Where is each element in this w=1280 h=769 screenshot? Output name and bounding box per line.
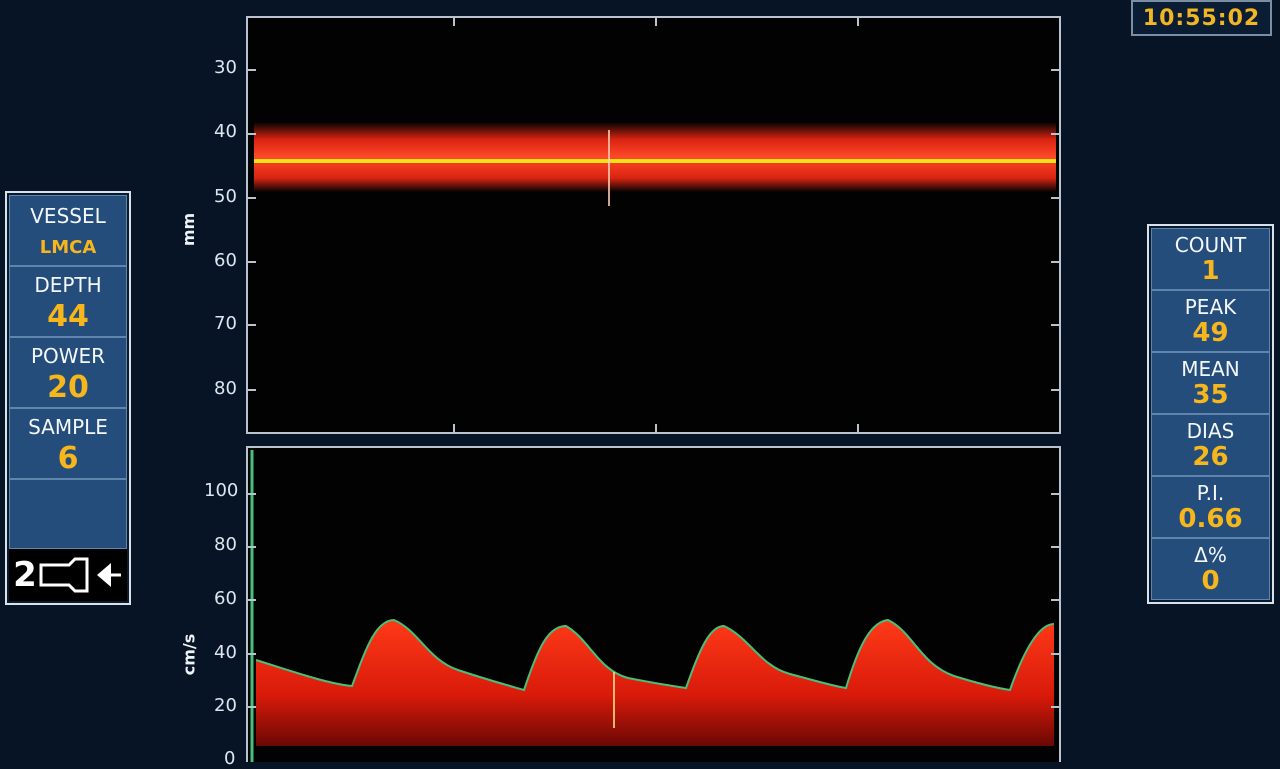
delta-label: Δ% — [1194, 543, 1227, 567]
delta-cell[interactable]: Δ% 0 — [1151, 538, 1270, 600]
spectrum-unit-label: cm/s — [179, 633, 199, 676]
spectrum-tick: 40 — [214, 642, 237, 663]
count-cell[interactable]: COUNT 1 — [1151, 228, 1270, 290]
pi-value: 0.66 — [1178, 504, 1243, 534]
peak-value: 49 — [1192, 318, 1229, 348]
count-value: 1 — [1201, 256, 1220, 286]
spectrum-tick: 80 — [214, 534, 237, 555]
mean-cell[interactable]: MEAN 35 — [1151, 352, 1270, 414]
dias-value: 26 — [1192, 442, 1229, 472]
mean-value: 35 — [1192, 380, 1229, 410]
mean-label: MEAN — [1181, 357, 1240, 381]
depth-cell[interactable]: DEPTH 44 — [9, 266, 127, 337]
pi-cell[interactable]: P.I. 0.66 — [1151, 476, 1270, 538]
sample-label: SAMPLE — [28, 415, 108, 439]
empty-cell — [9, 479, 127, 549]
vessel-label: VESSEL — [30, 204, 106, 228]
sample-cell[interactable]: SAMPLE 6 — [9, 408, 127, 479]
right-measurement-panel: COUNT 1 PEAK 49 MEAN 35 DIAS 26 P.I. 0.6… — [1147, 224, 1274, 604]
sample-value: 6 — [57, 441, 79, 476]
vessel-cell[interactable]: VESSEL LMCA — [9, 195, 127, 266]
spectrum-tick: 100 — [204, 480, 239, 501]
mmode-tick: 60 — [214, 250, 237, 271]
depth-value: 44 — [47, 299, 89, 334]
left-parameter-panel: VESSEL LMCA DEPTH 44 POWER 20 SAMPLE 6 2 — [5, 191, 131, 605]
mmode-canvas — [248, 18, 1059, 432]
vessel-value: LMCA — [39, 237, 97, 258]
spectrum-tick: 0 — [224, 748, 236, 769]
mmode-tick: 40 — [214, 121, 237, 142]
mmode-ticks — [248, 18, 1059, 432]
mmode-tick: 70 — [214, 313, 237, 334]
mmode-tick: 50 — [214, 186, 237, 207]
mmode-tick: 80 — [214, 378, 237, 399]
doppler-spectrum-display[interactable] — [246, 446, 1061, 762]
count-label: COUNT — [1174, 233, 1247, 257]
clock-display: 10:55:02 — [1131, 0, 1272, 36]
mmode-unit-label: mm — [179, 212, 199, 247]
dias-label: DIAS — [1186, 419, 1235, 443]
peak-label: PEAK — [1184, 295, 1237, 319]
pi-label: P.I. — [1196, 481, 1225, 505]
delta-value: 0 — [1201, 566, 1220, 596]
probe-indicator[interactable]: 2 — [9, 549, 127, 601]
spectrum-canvas — [248, 450, 1059, 762]
mmode-flow-band — [254, 122, 1056, 192]
probe-number: 2 — [13, 555, 37, 595]
power-value: 20 — [47, 370, 89, 405]
depth-label: DEPTH — [34, 273, 102, 297]
mmode-tick: 30 — [214, 57, 237, 78]
spectrum-tick: 20 — [214, 695, 237, 716]
spectrum-tick: 60 — [214, 588, 237, 609]
probe-icon — [39, 557, 121, 593]
mmode-display[interactable] — [246, 16, 1061, 434]
peak-cell[interactable]: PEAK 49 — [1151, 290, 1270, 352]
power-label: POWER — [30, 344, 106, 368]
power-cell[interactable]: POWER 20 — [9, 337, 127, 408]
dias-cell[interactable]: DIAS 26 — [1151, 414, 1270, 476]
